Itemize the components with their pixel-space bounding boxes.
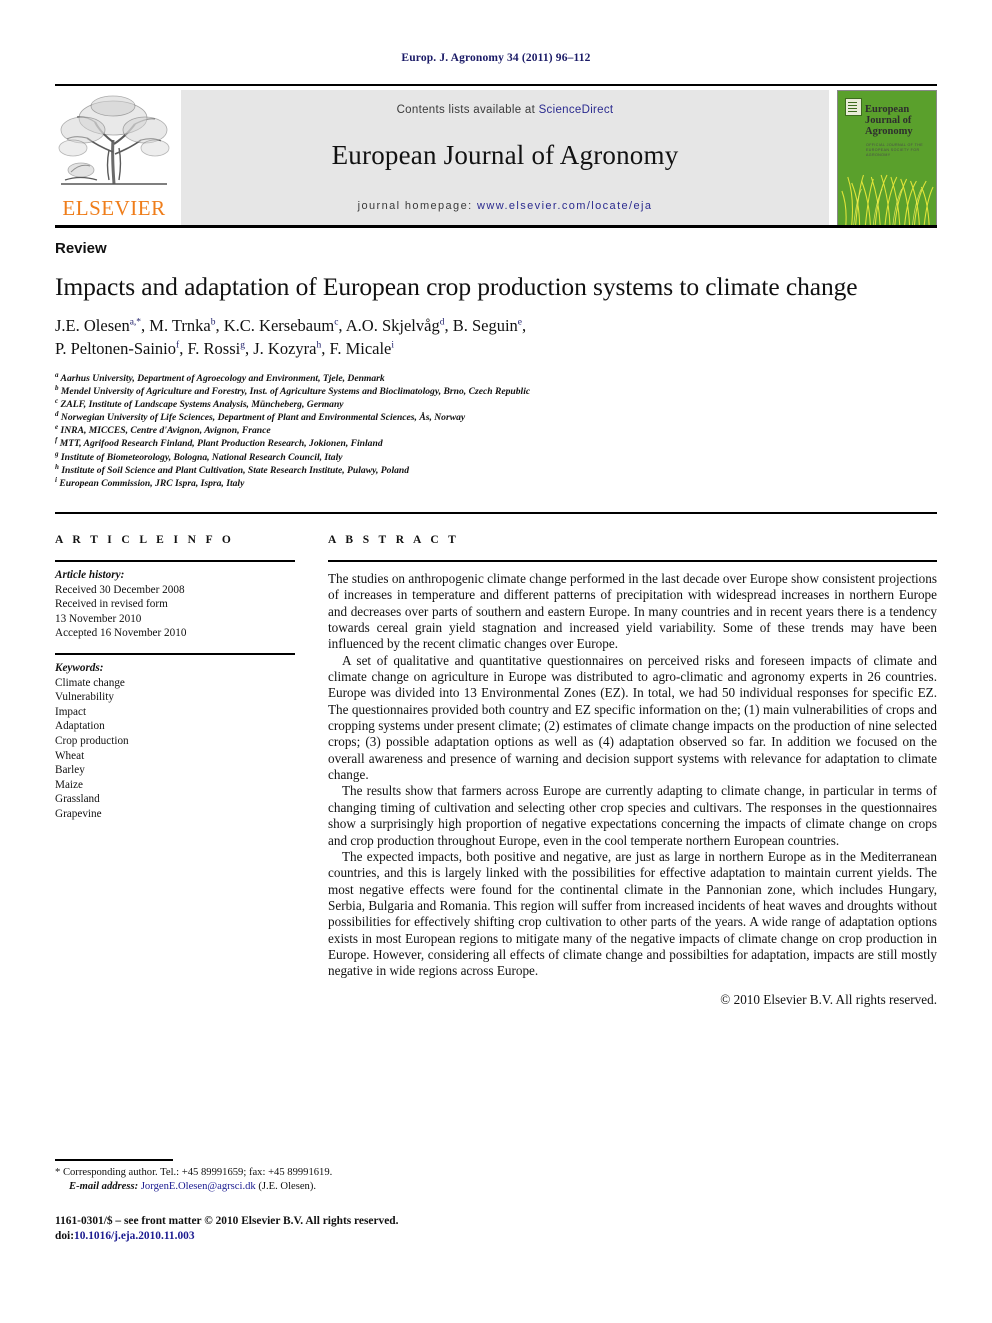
elsevier-wordmark: ELSEVIER [62, 196, 166, 220]
article-history-label: Article history: [55, 569, 125, 581]
author-item: F. Rossig [187, 339, 245, 358]
author-affiliation-marker: b [210, 317, 216, 328]
keywords-block: Keywords: Climate change Vulnerability I… [55, 655, 295, 822]
article-history-block: Article history: Received 30 December 20… [55, 562, 295, 641]
header-divider-rule [55, 512, 937, 514]
affiliation-item: e INRA, MICCES, Centre d'Avignon, Avigno… [55, 423, 271, 437]
cover-title: European Journal of Agronomy [865, 104, 913, 137]
author-item: J. Kozyrah [253, 339, 322, 358]
homepage-url-link[interactable]: www.elsevier.com/locate/eja [477, 200, 652, 212]
author-affiliation-marker: c [334, 317, 339, 328]
journal-cover-thumbnail: European Journal of Agronomy OFFICIAL JO… [837, 90, 937, 226]
article-history-item: Received 30 December 2008 [55, 583, 185, 596]
abstract-heading: A B S T R A C T [328, 534, 460, 546]
author-affiliation-marker: d [439, 317, 445, 328]
author-affiliation-marker: e [517, 317, 523, 328]
elsevier-tree-icon [57, 92, 171, 189]
keyword-item: Wheat [55, 749, 85, 762]
article-history-item: Received in revised form [55, 598, 168, 611]
author-item: A.O. Skjelvågd [345, 316, 445, 335]
doi-label: doi: [55, 1230, 74, 1243]
masthead-center-band: Contents lists available at ScienceDirec… [181, 90, 829, 226]
corresponding-author-footnote: * Corresponding author. Tel.: +45 899916… [55, 1166, 535, 1194]
cover-grass-illustration [841, 174, 934, 225]
abstract-column: A B S T R A C T The studies on anthropog… [328, 534, 937, 1008]
affiliation-item: c ZALF, Institute of Landscape Systems A… [55, 397, 344, 411]
affiliation-item: h Institute of Soil Science and Plant Cu… [55, 462, 410, 476]
document-type-label: Review [55, 240, 107, 257]
keyword-item: Impact [55, 705, 87, 718]
affiliation-list: a Aarhus University, Department of Agroe… [55, 370, 935, 490]
article-info-heading: A R T I C L E I N F O [55, 534, 235, 546]
author-item: B. Seguine [452, 316, 523, 335]
author-item: F. Micalei [329, 339, 395, 358]
keyword-item: Vulnerability [55, 691, 114, 704]
affiliation-item: b Mendel University of Agriculture and F… [55, 383, 531, 398]
corresponding-author-line: * Corresponding author. Tel.: +45 899916… [55, 1167, 333, 1178]
running-head: Europ. J. Agronomy 34 (2011) 96–112 [401, 52, 591, 64]
abstract-paragraph: The expected impacts, both positive and … [328, 848, 937, 979]
journal-masthead: ELSEVIER Contents lists available at Sci… [55, 84, 937, 226]
author-affiliation-marker: g [240, 340, 245, 351]
keyword-item: Adaptation [55, 720, 105, 733]
abstract-copyright: © 2010 Elsevier B.V. All rights reserved… [720, 991, 937, 1007]
keyword-item: Grassland [55, 793, 100, 806]
author-item: J.E. Olesena,* [55, 316, 142, 335]
author-affiliation-marker: a,* [129, 317, 142, 328]
author-item: M. Trnkab [149, 316, 216, 335]
journal-title: European Journal of Agronomy [331, 140, 679, 170]
elsevier-logo: ELSEVIER [55, 90, 173, 226]
sciencedirect-link[interactable]: ScienceDirect [539, 104, 614, 116]
issn-copyright-line: 1161-0301/$ – see front matter © 2010 El… [55, 1215, 399, 1227]
article-history-item: 13 November 2010 [55, 612, 142, 625]
masthead-bottom-rule [55, 225, 937, 228]
author-item: K.C. Kersebaumc [223, 316, 339, 335]
contents-available-line: Contents lists available at ScienceDirec… [181, 104, 829, 116]
author-affiliation-marker: h [316, 340, 322, 351]
contents-prefix: Contents lists available at [396, 104, 539, 116]
doi-line: doi:10.1016/j.eja.2010.11.003 [55, 1229, 615, 1244]
affiliation-item: i European Commission, JRC Ispra, Ispra,… [55, 475, 245, 489]
email-link[interactable]: JorgenE.Olesen@agrsci.dk [141, 1181, 256, 1192]
abstract-paragraph: The results show that farmers across Eur… [328, 783, 937, 848]
affiliation-item: f MTT, Agrifood Research Finland, Plant … [55, 436, 383, 450]
affiliation-item: g Institute of Biometeorology, Bologna, … [55, 449, 343, 463]
keyword-item: Climate change [55, 676, 125, 689]
article-first-page: Europ. J. Agronomy 34 (2011) 96–112 ELSE… [0, 0, 992, 1323]
author-list: J.E. Olesena,*, M. Trnkab, K.C. Kersebau… [55, 316, 527, 358]
keyword-item: Maize [55, 778, 83, 791]
keyword-item: Crop production [55, 734, 129, 747]
imprint-block: 1161-0301/$ – see front matter © 2010 El… [55, 1214, 615, 1245]
keyword-item: Barley [55, 764, 85, 777]
article-title: Impacts and adaptation of European crop … [55, 272, 858, 301]
article-history-item: Accepted 16 November 2010 [55, 627, 187, 640]
affiliation-item: a Aarhus University, Department of Agroe… [55, 370, 385, 384]
article-info-column: A R T I C L E I N F O Article history: R… [55, 534, 295, 822]
abstract-body: The studies on anthropogenic climate cha… [328, 562, 937, 1008]
elsevier-tree-svg [58, 95, 170, 185]
author-affiliation-marker: i [391, 340, 395, 351]
keywords-label: Keywords: [55, 661, 104, 674]
author-item: P. Peltonen-Sainiof [55, 339, 180, 358]
email-owner: (J.E. Olesen). [258, 1181, 317, 1193]
journal-homepage-line: journal homepage: www.elsevier.com/locat… [181, 200, 829, 212]
email-line: E-mail address: JorgenE.Olesen@agrsci.dk… [55, 1180, 535, 1194]
abstract-paragraph: A set of qualitative and quantitative qu… [328, 652, 937, 783]
abstract-paragraph: The studies on anthropogenic climate cha… [328, 571, 937, 652]
author-affiliation-marker: f [176, 340, 180, 351]
cover-publisher-mark-icon [845, 98, 862, 116]
homepage-prefix: journal homepage: [357, 200, 473, 212]
doi-value[interactable]: 10.1016/j.eja.2010.11.003 [74, 1230, 195, 1242]
affiliation-item: d Norwegian University of Life Sciences,… [55, 410, 466, 424]
keyword-item: Grapevine [55, 807, 102, 820]
footnote-divider-rule [55, 1159, 173, 1161]
email-label: E-mail address: [69, 1181, 139, 1193]
